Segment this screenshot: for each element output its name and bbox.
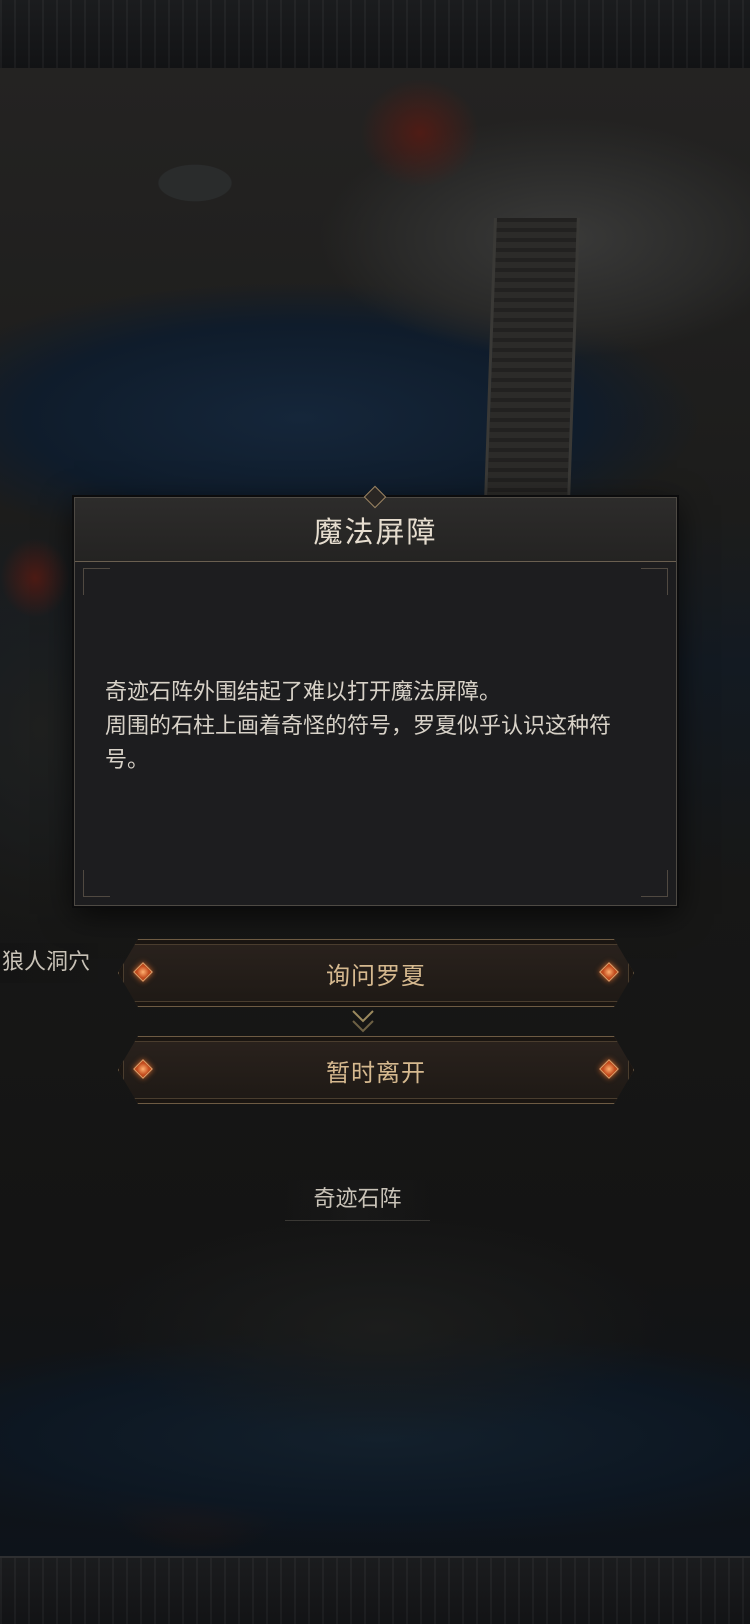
corner-ornament-icon [83,870,110,897]
location-label-stone-circle[interactable]: 奇迹石阵 [285,1180,430,1221]
corner-ornament-icon [641,568,668,595]
location-label-wolf-cave[interactable]: 狼人洞穴 [0,943,99,983]
lava-patch [0,538,70,618]
corner-ornament-icon [83,568,110,595]
event-dialog: 魔法屏障 奇迹石阵外围结起了难以打开魔法屏障。 周围的石柱上画着奇怪的符号，罗夏… [74,485,677,906]
ask-roxia-label: 询问罗夏 [326,961,426,990]
dialog-body-line: 奇迹石阵外围结起了难以打开魔法屏障。 [105,680,502,705]
gem-icon [133,1059,153,1079]
choice-connector-icon [352,1010,374,1033]
dialog-title: 魔法屏障 [313,514,438,549]
ask-roxia-button[interactable]: 询问罗夏 [118,939,634,1007]
dialog-body-text: 奇迹石阵外围结起了难以打开魔法屏障。 周围的石柱上画着奇怪的符号，罗夏似乎认识这… [105,676,650,778]
gem-icon [133,962,153,982]
gem-icon [599,1059,619,1079]
dialog-body-line: 周围的石柱上画着奇怪的符号，罗夏似乎认识这种符号。 [105,714,612,773]
top-frame-border [0,0,750,70]
gem-icon [599,962,619,982]
leave-button[interactable]: 暂时离开 [118,1036,634,1104]
bottom-frame-border [0,1556,750,1624]
corner-ornament-icon [641,870,668,897]
leave-label: 暂时离开 [326,1058,426,1087]
lava-patch [360,78,480,188]
